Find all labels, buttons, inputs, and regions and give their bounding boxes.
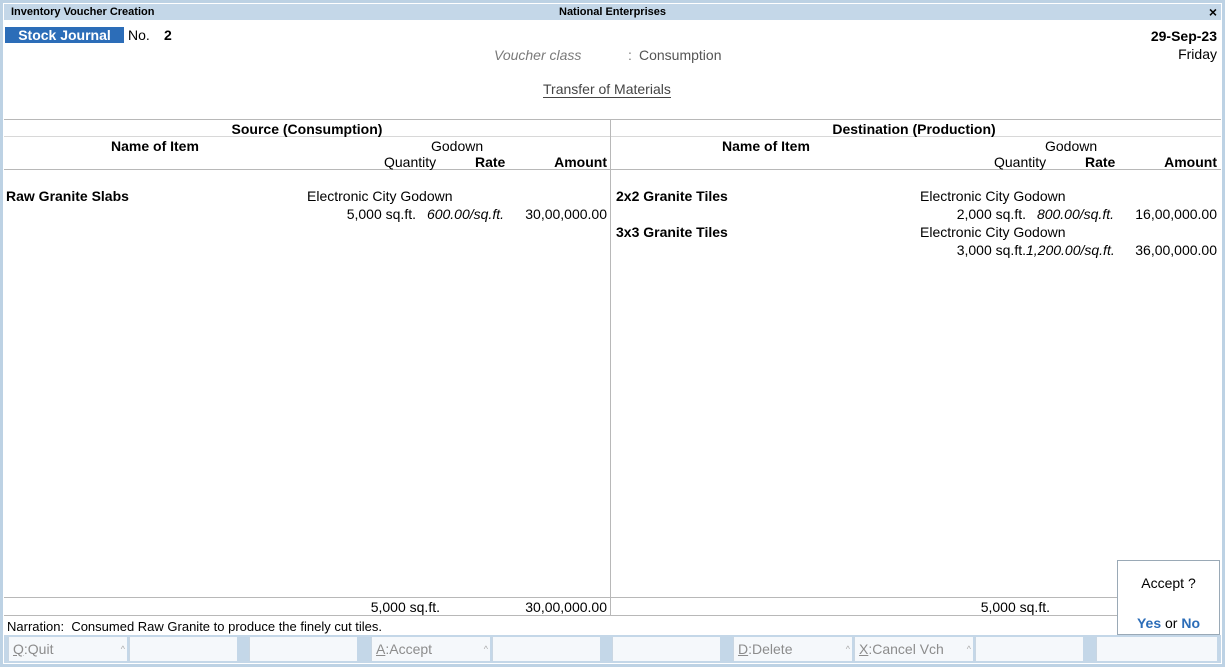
- source-godown-header: Godown: [431, 138, 484, 154]
- source-quantity-header: Quantity: [384, 154, 437, 170]
- dest-item-name[interactable]: 3x3 Granite Tiles: [616, 224, 728, 240]
- voucher-class-label: Voucher class: [494, 47, 582, 63]
- dest-item-godown[interactable]: Electronic City Godown: [920, 188, 1066, 204]
- empty-button-6[interactable]: [1096, 637, 1217, 661]
- totals-top-border: [4, 597, 1117, 598]
- voucher-class-colon: :: [628, 47, 632, 63]
- destination-title: Destination (Production): [832, 121, 996, 137]
- source-amount-header: Amount: [554, 154, 607, 170]
- empty-button-1[interactable]: [129, 637, 237, 661]
- voucher-day: Friday: [1178, 46, 1217, 62]
- quit-button[interactable]: Q:Quit ^: [8, 637, 127, 661]
- dest-amount-header: Amount: [1164, 154, 1217, 170]
- dest-item-rate[interactable]: 1,200.00/sq.ft.: [1026, 242, 1115, 258]
- accept-button[interactable]: A:Accept ^: [371, 637, 490, 661]
- empty-button-2[interactable]: [249, 637, 357, 661]
- dest-item-amount[interactable]: 16,00,000.00: [1117, 206, 1217, 222]
- voucher-type-label[interactable]: Stock Journal: [5, 27, 124, 43]
- dest-item-rate[interactable]: 800.00/sq.ft.: [1026, 206, 1114, 222]
- company-name: National Enterprises: [559, 6, 666, 18]
- empty-button-3[interactable]: [492, 637, 600, 661]
- close-icon[interactable]: ×: [1209, 4, 1217, 20]
- voucher-date[interactable]: 29-Sep-23: [1151, 28, 1217, 44]
- source-item-rate[interactable]: 600.00/sq.ft.: [416, 206, 504, 222]
- source-total-qty: 5,000 sq.ft.: [370, 599, 440, 615]
- column-divider: [610, 119, 611, 616]
- voucher-class-value[interactable]: Consumption: [639, 47, 722, 63]
- source-name-header: Name of Item: [111, 138, 199, 154]
- dest-rate-header: Rate: [1085, 154, 1116, 170]
- button-separator: ^: [120, 644, 125, 654]
- source-item-qty[interactable]: 5,000 sq.ft.: [300, 206, 416, 222]
- source-item-name[interactable]: Raw Granite Slabs: [6, 188, 129, 204]
- transfer-heading: Transfer of Materials: [543, 81, 671, 98]
- source-title: Source (Consumption): [231, 121, 383, 137]
- voucher-no-value[interactable]: 2: [164, 27, 172, 43]
- button-separator: ^: [966, 644, 971, 654]
- button-separator: ^: [845, 644, 850, 654]
- dest-total-qty: 5,000 sq.ft.: [980, 599, 1050, 615]
- source-rate-header: Rate: [475, 154, 506, 170]
- accept-options: Yes or No: [1118, 615, 1219, 631]
- table-top-border: [4, 119, 1221, 120]
- dest-item-qty[interactable]: 3,000 sq.ft.: [910, 242, 1026, 258]
- dest-item-godown[interactable]: Electronic City Godown: [920, 224, 1066, 240]
- dest-item-amount[interactable]: 36,00,000.00: [1117, 242, 1217, 258]
- dest-item-qty[interactable]: 2,000 sq.ft.: [910, 206, 1026, 222]
- empty-button-5[interactable]: [975, 637, 1083, 661]
- or-text: or: [1165, 615, 1178, 631]
- dest-item-name[interactable]: 2x2 Granite Tiles: [616, 188, 728, 204]
- cancel-vch-button[interactable]: X:Cancel Vch ^: [854, 637, 973, 661]
- narration[interactable]: Narration: Consumed Raw Granite to produ…: [7, 619, 382, 634]
- source-total-amount: 30,00,000.00: [525, 599, 607, 615]
- yes-button[interactable]: Yes: [1137, 615, 1161, 631]
- window-frame: [0, 0, 1225, 667]
- dest-quantity-header: Quantity: [994, 154, 1047, 170]
- dest-godown-header: Godown: [1045, 138, 1098, 154]
- accept-question: Accept ?: [1141, 575, 1196, 591]
- delete-button[interactable]: D:Delete ^: [733, 637, 852, 661]
- narration-label: Narration:: [7, 619, 65, 634]
- totals-bottom-border: [4, 615, 1117, 616]
- dest-name-header: Name of Item: [722, 138, 810, 154]
- no-button[interactable]: No: [1181, 615, 1200, 631]
- source-item-amount[interactable]: 30,00,000.00: [507, 206, 607, 222]
- button-bar: Q:Quit ^ A:Accept ^ D:Delete ^ X:Cancel …: [4, 635, 1221, 663]
- voucher-no-label: No.: [128, 27, 150, 43]
- empty-button-4[interactable]: [612, 637, 720, 661]
- source-item-godown[interactable]: Electronic City Godown: [307, 188, 453, 204]
- narration-text[interactable]: Consumed Raw Granite to produce the fine…: [71, 619, 382, 634]
- accept-dialog: Accept ? Yes or No: [1117, 560, 1220, 635]
- title-bar: Inventory Voucher Creation National Ente…: [4, 4, 1221, 20]
- button-separator: ^: [483, 644, 488, 654]
